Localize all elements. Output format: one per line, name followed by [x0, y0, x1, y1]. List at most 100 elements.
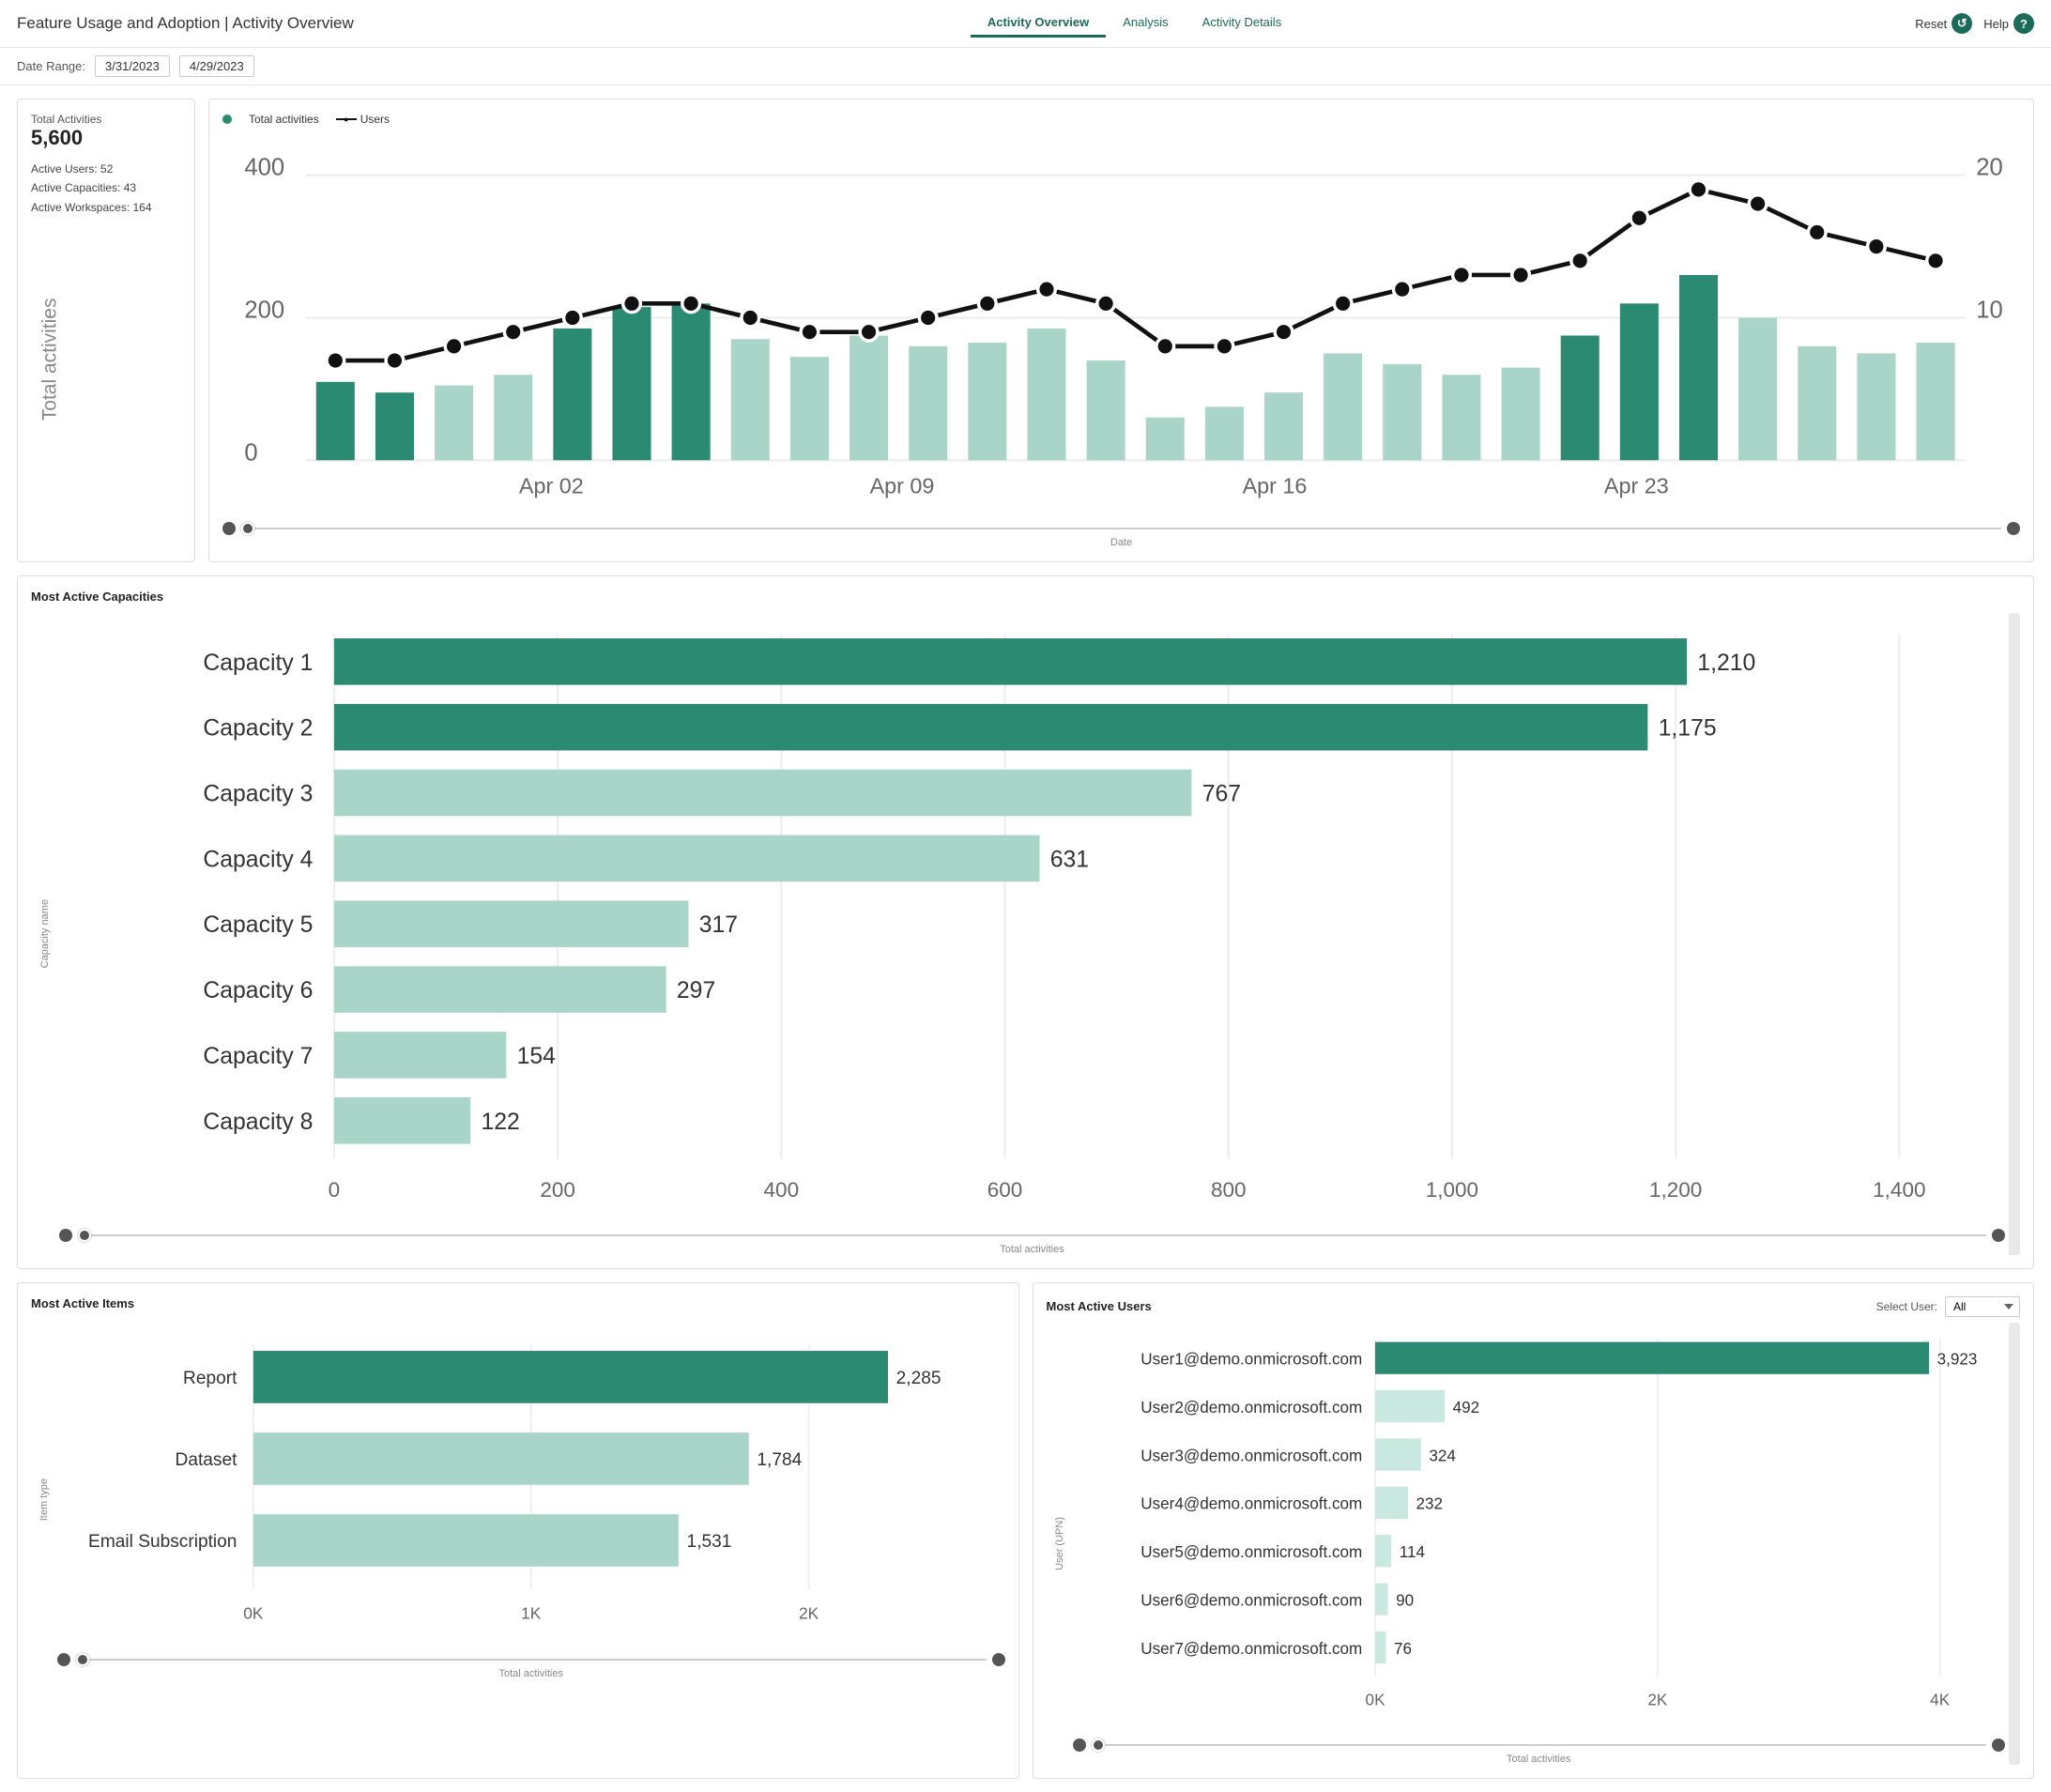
capacities-slider: [59, 1229, 2005, 1242]
svg-text:1,784: 1,784: [757, 1450, 802, 1470]
svg-text:Capacity 1: Capacity 1: [203, 651, 313, 676]
svg-text:Capacity 4: Capacity 4: [203, 847, 313, 872]
users-slider: [1073, 1738, 2006, 1752]
date-range-label: Date Range:: [17, 59, 85, 73]
capacities-range-slider[interactable]: [78, 1234, 1986, 1236]
active-workspaces-stat: Active Workspaces: 164: [31, 198, 181, 217]
nav-tabs: Activity Overview Analysis Activity Deta…: [971, 9, 1298, 38]
svg-text:200: 200: [540, 1178, 575, 1202]
items-y-label-container: Item type: [31, 1320, 57, 1679]
svg-text:1,531: 1,531: [687, 1532, 732, 1552]
date-bar: Date Range: 3/31/2023 4/29/2023: [0, 48, 2051, 85]
svg-text:Capacity 3: Capacity 3: [203, 781, 313, 806]
items-card: Most Active Items Item type 0K1K2KReport…: [17, 1282, 1019, 1780]
svg-text:297: 297: [677, 978, 715, 1003]
activity-x-axis-title: Date: [222, 537, 2020, 548]
svg-text:0K: 0K: [1365, 1691, 1385, 1708]
legend-line: ●: [336, 118, 357, 120]
capacities-section-title: Most Active Capacities: [31, 590, 2020, 604]
users-range-slider[interactable]: [1092, 1744, 1987, 1746]
svg-text:767: 767: [1202, 781, 1241, 806]
help-button[interactable]: Help ?: [1983, 13, 2034, 34]
users-svg: 0K2K4KUser1@demo.onmicrosoft.com3,923Use…: [1073, 1323, 2006, 1733]
svg-text:324: 324: [1429, 1447, 1456, 1464]
svg-text:600: 600: [987, 1178, 1023, 1202]
svg-text:400: 400: [764, 1178, 800, 1202]
svg-text:User3@demo.onmicrosoft.com: User3@demo.onmicrosoft.com: [1140, 1447, 1362, 1464]
capacities-chart-area: Capacity name 02004006008001,0001,2001,4…: [31, 613, 2020, 1255]
items-slider-left: [57, 1653, 70, 1666]
activity-slider[interactable]: [241, 528, 2001, 529]
svg-text:0: 0: [329, 1178, 341, 1202]
activity-bars: [316, 181, 1955, 461]
x-tick-apr09: Apr 09: [870, 473, 935, 498]
cap-slider-right: [1992, 1229, 2005, 1242]
capacities-y-axis-label: Capacity name: [39, 899, 51, 968]
items-range-slider[interactable]: [76, 1659, 987, 1661]
capacities-svg: 02004006008001,0001,2001,400Capacity 11,…: [59, 613, 2005, 1222]
header-title: Feature Usage and Adoption | Activity Ov…: [17, 14, 354, 33]
tab-analysis[interactable]: Analysis: [1106, 9, 1185, 38]
svg-text:4K: 4K: [1930, 1691, 1951, 1708]
reset-button[interactable]: Reset ↺: [1915, 13, 1972, 34]
stats-sub: Active Users: 52 Active Capacities: 43 A…: [31, 160, 181, 217]
x-tick-apr02: Apr 02: [519, 473, 584, 498]
total-activities-label: Total Activities: [31, 113, 181, 126]
main-content: Total Activities 5,600 Active Users: 52 …: [0, 85, 2051, 1792]
users-x-axis-title: Total activities: [1073, 1754, 2006, 1765]
svg-text:114: 114: [1399, 1543, 1425, 1561]
svg-text:0K: 0K: [243, 1603, 264, 1622]
total-activities-value: 5,600: [31, 126, 181, 150]
select-user-label: Select User:: [1876, 1300, 1937, 1313]
tab-activity-details[interactable]: Activity Details: [1186, 9, 1299, 38]
y-left-400: 400: [244, 155, 284, 181]
bottom-row: Most Active Items Item type 0K1K2KReport…: [17, 1282, 2034, 1780]
users-section-title: Most Active Users: [1047, 1299, 1152, 1313]
svg-text:2,285: 2,285: [896, 1369, 941, 1388]
activity-chart-card: Total activities ● Users 400 200 0 20 1: [208, 99, 2034, 562]
app-container: Feature Usage and Adoption | Activity Ov…: [0, 0, 2051, 1792]
select-user-row: Select User: All: [1876, 1296, 2020, 1317]
svg-text:800: 800: [1211, 1178, 1247, 1202]
date-to[interactable]: 4/29/2023: [179, 55, 254, 77]
svg-text:Dataset: Dataset: [176, 1450, 238, 1470]
svg-text:1,000: 1,000: [1426, 1178, 1478, 1202]
items-section-title: Most Active Items: [31, 1296, 1005, 1310]
help-label: Help: [1983, 17, 2009, 31]
select-user-dropdown[interactable]: All: [1945, 1296, 2020, 1317]
items-svg: 0K1K2KReport2,285Dataset1,784Email Subsc…: [57, 1320, 1005, 1646]
capacities-chart-inner: 02004006008001,0001,2001,400Capacity 11,…: [59, 613, 2005, 1255]
svg-text:76: 76: [1394, 1639, 1412, 1657]
svg-text:Capacity 8: Capacity 8: [203, 1109, 313, 1134]
capacities-x-axis-title: Total activities: [59, 1244, 2005, 1255]
active-capacities-stat: Active Capacities: 43: [31, 178, 181, 197]
svg-text:Capacity 5: Capacity 5: [203, 912, 313, 938]
activity-chart-svg: 400 200 0 20 10 Total activities Users: [222, 131, 2020, 515]
svg-text:User5@demo.onmicrosoft.com: User5@demo.onmicrosoft.com: [1140, 1543, 1362, 1561]
x-tick-apr23: Apr 23: [1604, 473, 1669, 498]
tab-activity-overview[interactable]: Activity Overview: [971, 9, 1106, 38]
help-icon: ?: [2013, 13, 2034, 34]
title-sub: Activity Overview: [232, 14, 353, 32]
legend-users-label: Users: [360, 113, 390, 126]
date-from[interactable]: 3/31/2023: [95, 55, 170, 77]
activity-legend: Total activities ● Users: [222, 113, 2020, 126]
reset-label: Reset: [1915, 17, 1947, 31]
y-right-20: 20: [1976, 155, 2003, 181]
svg-text:1,400: 1,400: [1873, 1178, 1925, 1202]
y-left-axis-label: Total activities: [39, 299, 61, 421]
svg-text:Capacity 6: Capacity 6: [203, 978, 313, 1003]
cap-slider-left: [59, 1229, 72, 1242]
total-activities-block: Total Activities 5,600: [31, 113, 181, 150]
svg-text:2K: 2K: [799, 1603, 819, 1622]
title-sep: |: [220, 14, 232, 32]
capacities-scrollbar[interactable]: [2009, 613, 2020, 1255]
y-left-0: 0: [244, 439, 257, 466]
svg-text:User4@demo.onmicrosoft.com: User4@demo.onmicrosoft.com: [1140, 1494, 1362, 1512]
svg-text:Capacity 7: Capacity 7: [203, 1044, 313, 1069]
users-slider-right: [1992, 1738, 2005, 1752]
y-right-10: 10: [1976, 298, 2003, 324]
slider-left-dot: [222, 522, 236, 535]
svg-text:90: 90: [1396, 1591, 1414, 1609]
items-chart-inner: 0K1K2KReport2,285Dataset1,784Email Subsc…: [57, 1320, 1005, 1679]
